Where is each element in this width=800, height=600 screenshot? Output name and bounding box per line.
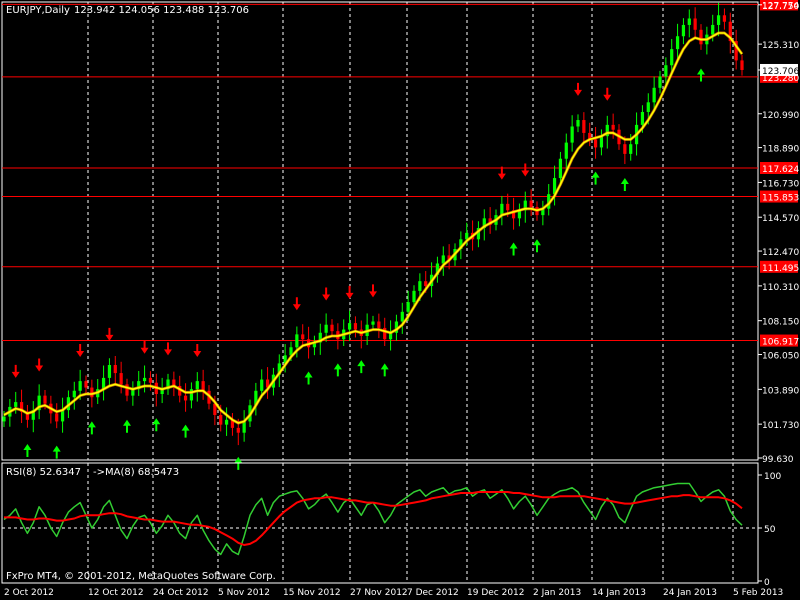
candle-body — [347, 323, 352, 330]
candle-body — [658, 76, 662, 88]
candle-body — [224, 419, 229, 425]
x-tick-label: 2 Oct 2012 — [4, 588, 54, 598]
x-tick-label: 24 Jan 2013 — [663, 588, 717, 598]
candle-body — [412, 290, 416, 303]
level-price-label: 106.917 — [762, 338, 799, 348]
candle-body — [418, 281, 422, 291]
chart-canvas: 127.774123.280117.624115.853111.495106.9… — [0, 0, 800, 600]
candle-body — [301, 334, 305, 340]
candle-body — [78, 381, 82, 391]
candle-body — [72, 390, 76, 398]
x-tick-label: 5 Nov 2012 — [218, 588, 270, 598]
candle-body — [236, 427, 240, 433]
y-tick-label: 110.310 — [762, 283, 799, 293]
candle-body — [623, 144, 627, 154]
current-price-label: 123.706 — [762, 67, 799, 77]
candle-body — [687, 18, 691, 25]
candle-body — [576, 120, 580, 127]
candle-body — [506, 203, 510, 211]
y-tick-label: 118.890 — [762, 145, 799, 155]
rsi-ma-label: ->MA(8) 68.5473 — [93, 467, 179, 478]
y-tick-label: 112.470 — [762, 248, 799, 258]
x-tick-label: 5 Feb 2013 — [733, 588, 783, 598]
candle-body — [2, 416, 6, 422]
candle-body — [699, 29, 703, 45]
x-tick-label: 2 Jan 2013 — [533, 588, 581, 598]
candle-body — [142, 377, 147, 382]
candle-body — [675, 36, 680, 50]
y-tick-label: 120.990 — [762, 111, 799, 121]
candle-body — [670, 49, 674, 66]
level-price-label: 111.495 — [762, 264, 799, 274]
y-tick-label: 99.630 — [762, 455, 794, 465]
candle-body — [646, 102, 650, 112]
candle-body — [716, 15, 721, 25]
candle-body — [183, 395, 188, 401]
x-tick-label: 15 Nov 2012 — [283, 588, 341, 598]
level-price-label: 115.853 — [762, 194, 799, 204]
candle-body — [611, 124, 615, 130]
rsi-label: RSI(8) 52.6347 — [6, 467, 81, 478]
candle-body — [722, 15, 727, 22]
x-tick-label: 19 Dec 2012 — [467, 588, 525, 598]
y-tick-label: 125.310 — [762, 41, 799, 51]
candle-body — [652, 87, 656, 103]
y-tick-label: 103.890 — [762, 386, 799, 396]
candle-body — [593, 139, 598, 148]
candle-body — [295, 334, 299, 348]
y-tick-label: 116.730 — [762, 179, 799, 189]
candle-body — [529, 200, 533, 208]
candle-body — [400, 311, 404, 322]
candle-body — [570, 126, 574, 143]
candle-body — [55, 413, 59, 422]
candle-body — [711, 24, 715, 35]
candle-body — [324, 324, 328, 333]
candle-body — [107, 365, 112, 378]
candle-body — [693, 18, 697, 30]
candle-body — [353, 323, 358, 330]
y-tick-label: 101.730 — [762, 421, 799, 431]
candle-body — [664, 65, 668, 77]
candle-body — [14, 402, 18, 407]
candle-body — [582, 120, 586, 133]
candle-body — [219, 414, 223, 425]
x-tick-label: 14 Jan 2013 — [592, 588, 646, 598]
x-tick-label: 12 Oct 2012 — [88, 588, 144, 598]
y-tick-label: 127.750 — [762, 2, 799, 12]
candle-body — [640, 111, 645, 125]
candle-body — [148, 377, 153, 383]
candle-body — [564, 142, 568, 159]
candle-body — [740, 60, 744, 70]
ohlc-values: 123.942 124.056 123.488 123.706 — [74, 5, 249, 16]
candle-body — [406, 302, 410, 312]
rsi-tick-label: 50 — [764, 525, 776, 535]
time-axis: 2 Oct 2012 12 Oct 2012 24 Oct 2012 5 Nov 20… — [4, 588, 783, 598]
symbol-label: EURJPY,Daily — [6, 5, 70, 16]
x-tick-label: 27 Nov 2012 — [350, 588, 408, 598]
rsi-tick-label: 0 — [764, 578, 770, 588]
candle-body — [371, 321, 375, 325]
candle-body — [84, 381, 88, 388]
candle-body — [43, 395, 47, 404]
candle-body — [119, 373, 123, 385]
candle-body — [113, 365, 117, 374]
x-tick-label: 7 Dec 2012 — [407, 588, 459, 598]
copyright-text: FxPro MT4, © 2001-2012, MetaQuotes Softw… — [6, 571, 276, 582]
level-price-label: 117.624 — [762, 165, 799, 175]
candle-body — [260, 379, 264, 391]
candle-body — [558, 158, 563, 179]
candle-body — [195, 381, 199, 390]
x-tick-label: 24 Oct 2012 — [153, 588, 209, 598]
candle-body — [330, 324, 334, 332]
candle-body — [629, 144, 633, 154]
rsi-tick-label: 100 — [764, 472, 781, 482]
y-tick-label: 106.050 — [762, 352, 799, 362]
candle-body — [681, 24, 686, 37]
candle-body — [377, 321, 381, 328]
y-tick-label: 108.150 — [762, 318, 799, 328]
y-tick-label: 114.570 — [762, 214, 799, 224]
